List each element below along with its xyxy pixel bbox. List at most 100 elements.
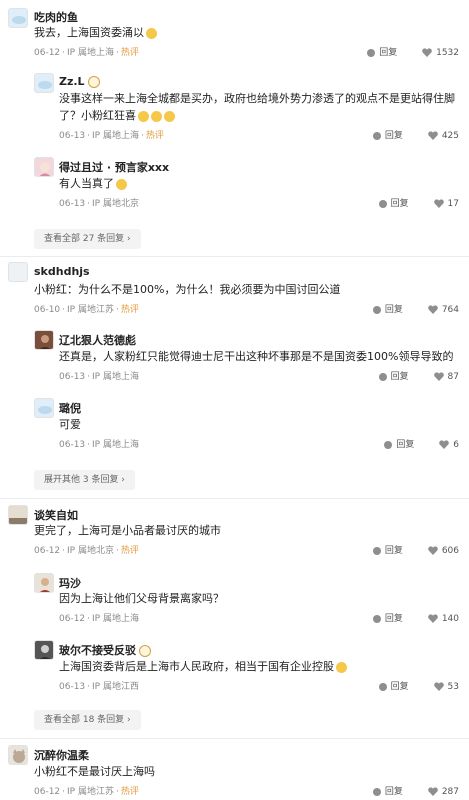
- separator: ·: [140, 131, 144, 141]
- comment-text: 更完了，上海可是小品者最讨厌的城市: [34, 524, 221, 537]
- heart-icon[interactable]: [433, 682, 444, 691]
- reply-button[interactable]: 回复: [379, 48, 397, 58]
- separator: ·: [87, 614, 91, 624]
- like-count: 140: [441, 614, 459, 624]
- reply-text-line: 了？小粉红狂喜: [59, 107, 464, 124]
- heart-icon[interactable]: [428, 305, 438, 314]
- avatar[interactable]: [8, 262, 28, 282]
- cloud-avatar-icon: [38, 406, 52, 414]
- view-more-replies-button[interactable]: 查看全部 18 条回复 ›: [34, 710, 141, 730]
- comment-text: 小粉红：为什么不是100%，为什么！我必须要为中国讨回公道: [34, 283, 341, 296]
- comment-date: 06-12: [34, 787, 61, 797]
- comment-author[interactable]: 沉醉你温柔: [34, 747, 89, 763]
- reply-button[interactable]: 回复: [391, 199, 409, 209]
- emoji-icon: [116, 178, 127, 190]
- heart-icon[interactable]: [428, 546, 438, 555]
- separator: ·: [115, 546, 119, 556]
- hot-badge: 热评: [145, 131, 164, 141]
- reply-text-content: 上海国资委背后是上海市人民政府，相当于国有企业控股: [59, 660, 334, 673]
- person-avatar-icon: [40, 578, 50, 592]
- reply-button[interactable]: 回复: [385, 305, 403, 315]
- reply-button[interactable]: 回复: [391, 682, 409, 692]
- reply-author[interactable]: 得过且过 · 预言家xxx: [59, 159, 169, 175]
- divider: [0, 738, 469, 739]
- reply-icon[interactable]: [372, 787, 381, 796]
- avatar[interactable]: [34, 640, 54, 660]
- reply-button[interactable]: 回复: [385, 546, 403, 556]
- reply-author-name[interactable]: 玻尔不接受反驳: [59, 644, 136, 657]
- level-badge-icon: [87, 76, 100, 88]
- reply-author[interactable]: Zz.L: [59, 75, 100, 88]
- separator: ·: [62, 305, 66, 315]
- reply-author[interactable]: 玛沙: [59, 575, 81, 591]
- heart-icon[interactable]: [422, 48, 432, 57]
- comment-location: IP 属地北京: [67, 546, 114, 556]
- heart-icon[interactable]: [433, 372, 444, 381]
- separator: ·: [87, 199, 91, 209]
- reply-text: 因为上海让他们父母背景离家吗？: [59, 592, 224, 605]
- comment-actions: 回复 606: [372, 543, 459, 556]
- comment-author[interactable]: skdhdhjs: [34, 265, 90, 278]
- avatar[interactable]: [8, 745, 28, 765]
- reply-meta: 06-13 · IP 属地江西: [59, 679, 139, 692]
- reply-icon[interactable]: [378, 682, 387, 691]
- comment-actions: 回复 287: [372, 784, 459, 797]
- view-more-replies-button[interactable]: 展开其他 3 条回复 ›: [34, 470, 135, 490]
- reply-icon[interactable]: [372, 546, 381, 555]
- like-count: 17: [447, 199, 459, 209]
- reply-button[interactable]: 回复: [391, 372, 409, 382]
- reply-author[interactable]: 璐倪: [59, 400, 81, 416]
- hot-badge: 热评: [120, 48, 139, 58]
- separator: ·: [87, 131, 91, 141]
- reply-author[interactable]: 辽北狠人范德彪: [59, 332, 136, 348]
- reply-icon[interactable]: [372, 131, 381, 140]
- like-count: 287: [441, 787, 459, 797]
- heart-icon[interactable]: [428, 787, 438, 796]
- comment-meta: 06-12 · IP 属地江苏 · 热评: [34, 784, 139, 797]
- cloud-avatar-icon: [12, 16, 26, 24]
- separator: ·: [62, 546, 66, 556]
- reply-text-content: 了？小粉红狂喜: [59, 109, 136, 122]
- emoji-icon: [146, 27, 157, 39]
- reply-actions: 回复 6: [384, 437, 459, 450]
- heart-icon[interactable]: [428, 131, 438, 140]
- reply-icon[interactable]: [372, 614, 381, 623]
- reply-location: IP 属地上海: [92, 131, 139, 141]
- reply-text-line: 没事这样一来上海全城都是买办，政府也给境外势力渗透了的观点不是更站得住脚: [59, 92, 455, 105]
- avatar[interactable]: [34, 398, 54, 418]
- level-badge-icon: [139, 645, 151, 657]
- comment-author[interactable]: 吃肉的鱼: [34, 9, 78, 25]
- reply-button[interactable]: 回复: [385, 131, 403, 141]
- reply-button[interactable]: 回复: [385, 614, 403, 624]
- reply-location: IP 属地北京: [92, 199, 139, 209]
- avatar[interactable]: [34, 73, 54, 93]
- avatar[interactable]: [8, 8, 28, 28]
- reply-actions: 回复 140: [372, 611, 459, 624]
- heart-icon[interactable]: [439, 440, 450, 449]
- heart-icon[interactable]: [428, 614, 438, 623]
- emoji-icon: [164, 110, 175, 122]
- avatar[interactable]: [34, 330, 54, 350]
- reply-icon[interactable]: [378, 372, 387, 381]
- reply-meta: 06-13 · IP 属地上海 · 热评: [59, 128, 164, 141]
- reply-author-name[interactable]: Zz.L: [59, 75, 85, 88]
- landscape-avatar-icon: [9, 506, 27, 524]
- avatar[interactable]: [34, 573, 54, 593]
- separator: ·: [62, 787, 66, 797]
- reply-icon[interactable]: [367, 48, 376, 57]
- reply-icon[interactable]: [372, 305, 381, 314]
- view-more-replies-button[interactable]: 查看全部 27 条回复 ›: [34, 229, 141, 249]
- emoji-icon: [151, 110, 162, 122]
- comment-meta: 06-12 · IP 属地上海 · 热评: [34, 45, 139, 58]
- reply-author[interactable]: 玻尔不接受反驳: [59, 642, 151, 658]
- reply-button[interactable]: 回复: [396, 440, 414, 450]
- reply-icon[interactable]: [384, 440, 393, 449]
- comment-author[interactable]: 谈笑自如: [34, 507, 78, 523]
- avatar[interactable]: [8, 505, 28, 525]
- heart-icon[interactable]: [433, 199, 444, 208]
- comment-location: IP 属地上海: [67, 48, 114, 58]
- reply-date: 06-13: [59, 372, 86, 382]
- avatar[interactable]: [34, 157, 54, 177]
- reply-button[interactable]: 回复: [385, 787, 403, 797]
- reply-icon[interactable]: [378, 199, 387, 208]
